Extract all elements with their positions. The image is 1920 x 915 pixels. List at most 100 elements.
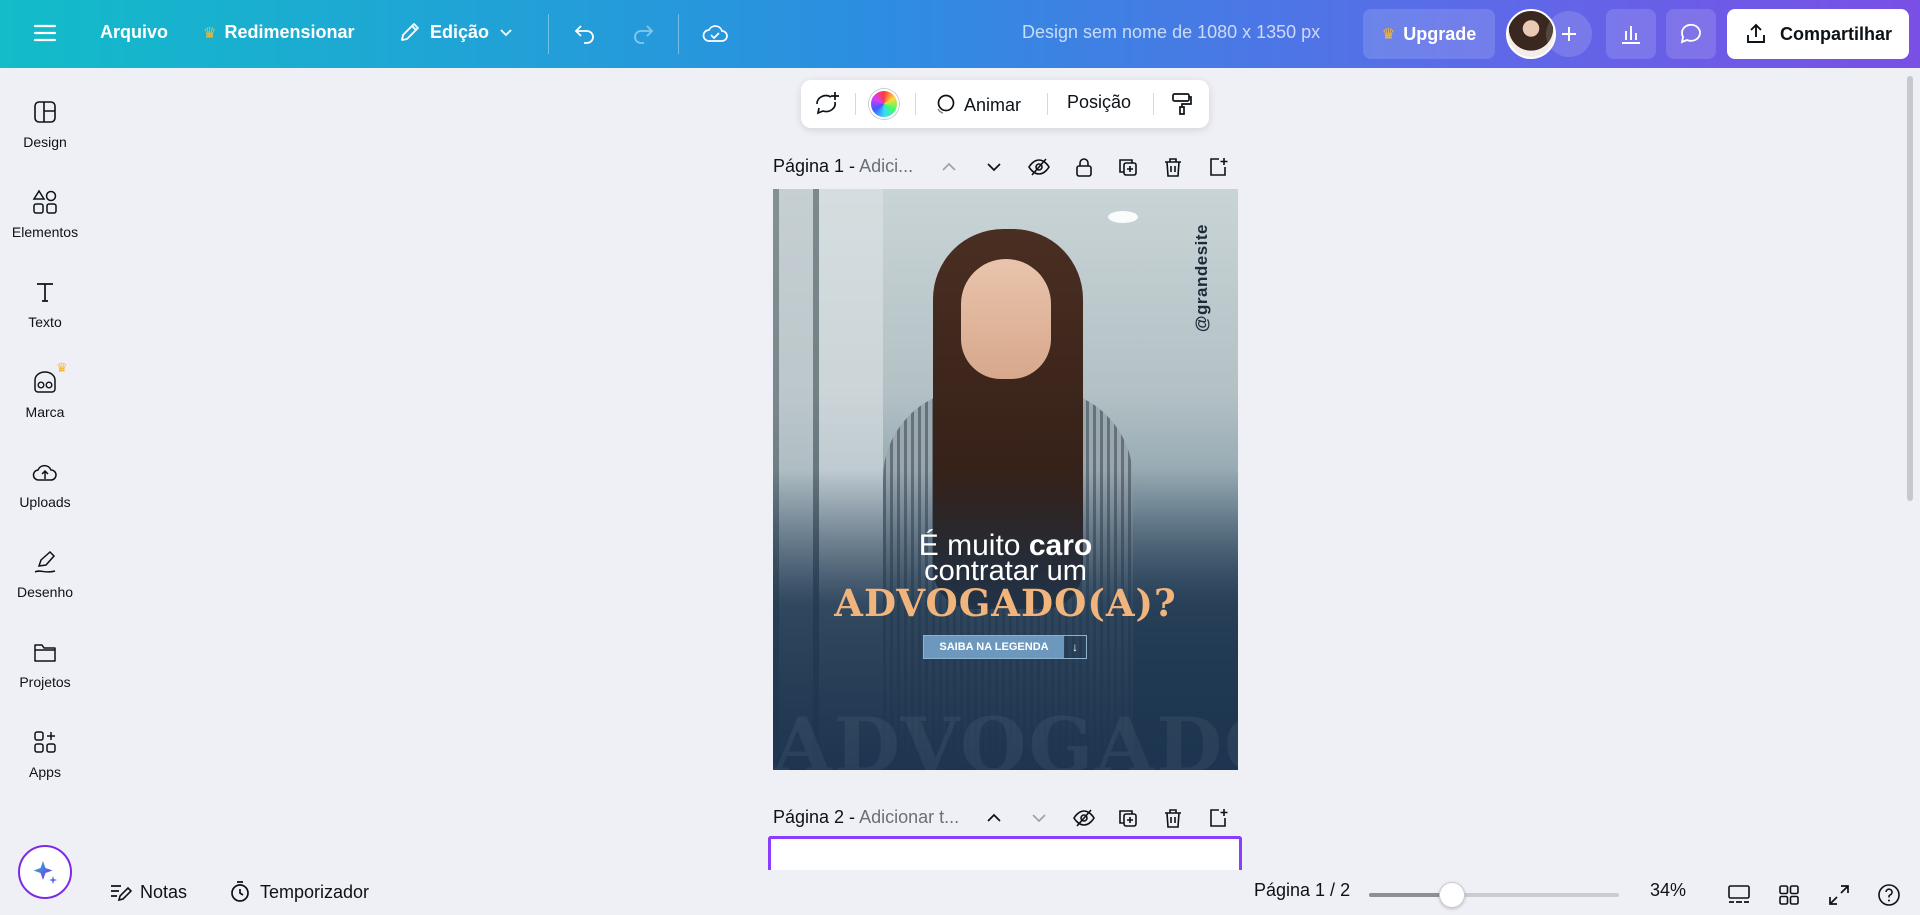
sidebar-item-label: Marca <box>25 404 65 420</box>
thumbnail-view-button[interactable] <box>1724 880 1754 910</box>
animate-button[interactable]: Animar <box>932 92 1021 118</box>
comment-icon <box>1680 23 1701 44</box>
delete-page-button[interactable] <box>1161 806 1185 830</box>
apps-icon <box>34 731 56 753</box>
trash-icon <box>1165 158 1181 177</box>
woman-photo-face <box>961 259 1051 379</box>
help-button[interactable] <box>1874 880 1904 910</box>
redo-icon <box>634 25 654 44</box>
sidebar-item-apps[interactable]: Apps <box>0 728 90 808</box>
add-page-button[interactable] <box>1206 155 1230 179</box>
cloud-save-status-button[interactable] <box>701 20 729 46</box>
folder-icon <box>34 644 56 662</box>
grid-view-icon <box>1779 885 1799 905</box>
upgrade-button[interactable]: ♛ Upgrade <box>1363 9 1495 59</box>
duplicate-icon <box>1119 159 1137 176</box>
design-page-2[interactable] <box>768 836 1242 870</box>
sidebar-item-brand[interactable]: ♛ Marca <box>0 360 90 448</box>
sidebar-item-uploads[interactable]: Uploads <box>0 458 90 538</box>
edit-mode-label: Edição <box>430 21 490 42</box>
page-counter: Página 1 / 2 <box>1254 880 1351 900</box>
sidebar-item-design[interactable]: Design <box>0 98 90 178</box>
zoom-slider-track[interactable] <box>1369 893 1619 897</box>
sidebar-item-draw[interactable]: Desenho <box>0 548 90 628</box>
headline-highlight[interactable]: ADVOGADO(A)? <box>773 581 1238 625</box>
sidebar-item-elements[interactable]: Elementos <box>0 188 90 268</box>
toolbar-divider <box>855 93 856 115</box>
move-page-down-button[interactable] <box>982 155 1006 179</box>
move-page-down-button[interactable] <box>1027 806 1051 830</box>
bar-chart-icon <box>1622 26 1640 44</box>
lock-page-button[interactable] <box>1072 155 1096 179</box>
help-icon <box>1878 884 1900 906</box>
toolbar-divider <box>915 93 916 115</box>
comment-add-icon <box>816 92 839 115</box>
hamburger-menu-icon[interactable] <box>32 20 58 46</box>
hide-page-button[interactable] <box>1072 806 1096 830</box>
insights-button[interactable] <box>1606 9 1656 59</box>
add-comment-button[interactable] <box>813 90 841 118</box>
toolbar-divider <box>678 14 679 54</box>
share-label: Compartilhar <box>1779 23 1893 44</box>
eye-slash-icon <box>1028 158 1050 176</box>
sidebar-item-text[interactable]: Texto <box>0 278 90 358</box>
share-button[interactable]: Compartilhar <box>1727 9 1909 59</box>
hide-page-button[interactable] <box>1027 155 1051 179</box>
chevron-up-icon <box>942 162 956 171</box>
left-sidebar: Design Elementos Texto ♛ Marca Uploads D… <box>0 68 90 915</box>
animate-icon <box>937 94 955 114</box>
notes-label: Notas <box>140 881 188 902</box>
share-upload-icon <box>1747 23 1765 43</box>
design-page-1[interactable]: ADVOGADO @grandesite É muito caro contra… <box>773 189 1238 770</box>
add-page-button[interactable] <box>1206 806 1230 830</box>
sidebar-item-projects[interactable]: Projetos <box>0 638 90 718</box>
move-page-up-button[interactable] <box>982 806 1006 830</box>
vertical-scrollbar[interactable] <box>1907 76 1913 501</box>
page-1-title-input[interactable]: Adici... <box>859 156 913 177</box>
pencil-icon <box>401 23 419 41</box>
file-menu-button[interactable]: Arquivo <box>100 22 168 43</box>
sidebar-item-label: Texto <box>28 314 62 330</box>
timer-icon <box>231 881 249 902</box>
position-label: Posição <box>1067 92 1132 112</box>
timer-button[interactable]: Temporizador <box>228 880 369 904</box>
cta-box[interactable]: SAIBA NA LEGENDA ↓ <box>923 635 1087 659</box>
magic-assistant-button[interactable] <box>18 845 72 899</box>
color-picker-button[interactable] <box>869 89 899 119</box>
instagram-handle-text[interactable]: @grandesite <box>1192 224 1212 332</box>
page-2-header: Página 2 - Adicionar t... <box>773 802 1243 832</box>
edit-mode-dropdown[interactable]: Edição <box>398 20 515 44</box>
copy-style-button[interactable] <box>1169 91 1195 117</box>
resize-button[interactable]: ♛ Redimensionar <box>203 22 355 43</box>
crown-icon: ♛ <box>203 24 217 42</box>
delete-page-button[interactable] <box>1161 155 1185 179</box>
arrow-down-icon: ↓ <box>1072 640 1078 654</box>
duplicate-page-button[interactable] <box>1116 806 1140 830</box>
zoom-slider-handle[interactable] <box>1438 882 1465 908</box>
notes-button[interactable]: Notas <box>108 880 187 904</box>
page-navigator-button[interactable]: Página 1 / 2 <box>1254 880 1350 901</box>
comments-button[interactable] <box>1666 9 1716 59</box>
animate-label: Animar <box>964 94 1022 115</box>
design-title[interactable]: Design sem nome de 1080 x 1350 px <box>1022 22 1320 43</box>
duplicate-page-button[interactable] <box>1116 155 1140 179</box>
zoom-value: 34% <box>1650 880 1687 900</box>
redo-button[interactable] <box>630 20 656 46</box>
cloud-check-icon <box>702 25 728 42</box>
duplicate-icon <box>1119 810 1137 827</box>
color-wheel-icon <box>869 89 899 119</box>
trash-icon <box>1165 809 1181 828</box>
page-2-title: Página 2 - <box>773 806 856 827</box>
page-2-title-input[interactable]: Adicionar t... <box>859 807 959 828</box>
zoom-percentage-button[interactable]: 34% <box>1650 880 1686 901</box>
grid-view-button[interactable] <box>1774 880 1804 910</box>
background-watermark-word[interactable]: ADVOGADO <box>773 701 1238 770</box>
layout-icon <box>34 101 56 123</box>
fullscreen-button[interactable] <box>1824 880 1854 910</box>
undo-button[interactable] <box>572 20 598 46</box>
position-button[interactable]: Posição <box>1067 92 1131 113</box>
add-collaborator-button[interactable] <box>1546 11 1592 57</box>
move-page-up-button[interactable] <box>937 155 961 179</box>
chevron-down-icon <box>1032 814 1046 823</box>
resize-label: Redimensionar <box>224 22 355 42</box>
